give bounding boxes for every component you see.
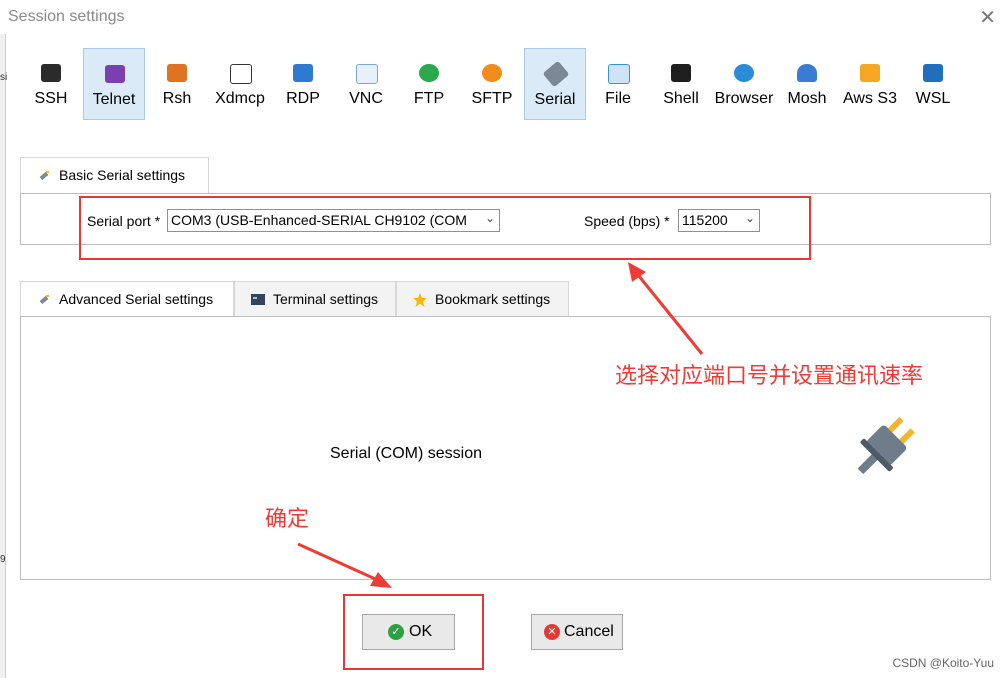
session-type-label: Rsh [162, 90, 192, 107]
cancel-icon: ✕ [544, 624, 560, 640]
session-type-label: VNC [349, 90, 383, 107]
tab-label: Bookmark settings [435, 291, 551, 307]
tab-advanced-serial-settings[interactable]: Advanced Serial settings [20, 281, 234, 317]
session-type-browser[interactable]: Browser [713, 48, 775, 120]
tab-label: Terminal settings [273, 291, 379, 307]
telnet-icon [105, 65, 125, 83]
ftp-icon [419, 64, 439, 82]
vnc-icon [356, 64, 378, 84]
session-type-label: File [605, 90, 631, 107]
session-type-label: FTP [413, 90, 445, 107]
tab-terminal-settings[interactable]: Terminal settings [234, 281, 396, 317]
annotation-arrow-ok [297, 542, 392, 588]
star-icon [413, 293, 427, 307]
shell-icon [671, 64, 691, 82]
background-window-edge: si 9 [0, 34, 8, 678]
browser-icon [734, 64, 754, 82]
serial-plug-icon [37, 293, 51, 307]
title-bar: Session settings ✕ [0, 0, 1008, 34]
session-description: Serial (COM) session [330, 445, 483, 462]
session-type-aws-s3[interactable]: Aws S3 [839, 48, 901, 120]
mosh-icon [797, 64, 817, 82]
edge-char: 9 [0, 554, 6, 565]
session-type-label: Xdmcp [215, 90, 265, 107]
session-type-label: SFTP [471, 90, 513, 107]
session-type-mosh[interactable]: Mosh [776, 48, 838, 120]
ok-button-label: OK [409, 623, 433, 640]
session-type-vnc[interactable]: VNC [335, 48, 397, 120]
session-type-label: Shell [663, 90, 699, 107]
tab-label: Basic Serial settings [59, 167, 186, 183]
session-type-label: Browser [714, 90, 774, 107]
wsl-icon [923, 64, 943, 82]
ssh-icon [41, 64, 61, 82]
ok-button[interactable]: ✓ OK [362, 614, 455, 650]
annotation-arrow-port [628, 262, 704, 355]
session-type-label: SSH [34, 90, 68, 107]
serial-icon [542, 60, 570, 88]
session-type-rdp[interactable]: RDP [272, 48, 334, 120]
tab-bookmark-settings[interactable]: Bookmark settings [396, 281, 569, 317]
session-type-file[interactable]: File [587, 48, 649, 120]
session-type-label: Telnet [92, 91, 136, 108]
session-type-ftp[interactable]: FTP [398, 48, 460, 120]
annotation-ok-note: 确定 [265, 506, 310, 531]
highlight-box-fields [79, 196, 811, 260]
session-type-label: Aws S3 [843, 90, 897, 107]
close-icon[interactable]: ✕ [979, 5, 996, 30]
tab-label: Advanced Serial settings [59, 291, 214, 307]
session-type-serial[interactable]: Serial [524, 48, 586, 120]
tab-basic-serial-settings[interactable]: Basic Serial settings [20, 157, 209, 193]
session-type-wsl[interactable]: WSL [902, 48, 964, 120]
session-type-xdmcp[interactable]: Xdmcp [209, 48, 271, 120]
edge-char: si [0, 72, 8, 83]
serial-plug-icon [37, 169, 51, 183]
session-type-shell[interactable]: Shell [650, 48, 712, 120]
xdmcp-icon [230, 64, 252, 84]
session-type-telnet[interactable]: Telnet [83, 48, 145, 120]
serial-plug-large-icon [846, 406, 930, 490]
session-type-sftp[interactable]: SFTP [461, 48, 523, 120]
cancel-button[interactable]: ✕ Cancel [531, 614, 623, 650]
sftp-icon [482, 64, 502, 82]
session-type-label: Mosh [787, 90, 827, 107]
aws-s3-icon [860, 64, 880, 82]
session-type-label: Serial [534, 91, 576, 108]
session-type-toolbar: SSH Telnet Rsh Xdmcp RDP VNC FTP SFTP Se… [20, 48, 980, 120]
terminal-icon [251, 293, 265, 307]
session-type-label: WSL [915, 90, 951, 107]
check-icon: ✓ [388, 624, 404, 640]
watermark: CSDN @Koito-Yuu [892, 656, 994, 670]
session-type-rsh[interactable]: Rsh [146, 48, 208, 120]
session-type-ssh[interactable]: SSH [20, 48, 82, 120]
cancel-button-label: Cancel [564, 623, 614, 640]
rdp-icon [293, 64, 313, 82]
rsh-icon [167, 64, 187, 82]
window-title: Session settings [8, 8, 125, 25]
file-icon [608, 64, 630, 84]
session-settings-window: si 9 Session settings ✕ SSH Telnet Rsh X… [0, 0, 1008, 678]
annotation-port-note: 选择对应端口号并设置通讯速率 [615, 363, 924, 388]
session-type-label: RDP [286, 90, 320, 107]
